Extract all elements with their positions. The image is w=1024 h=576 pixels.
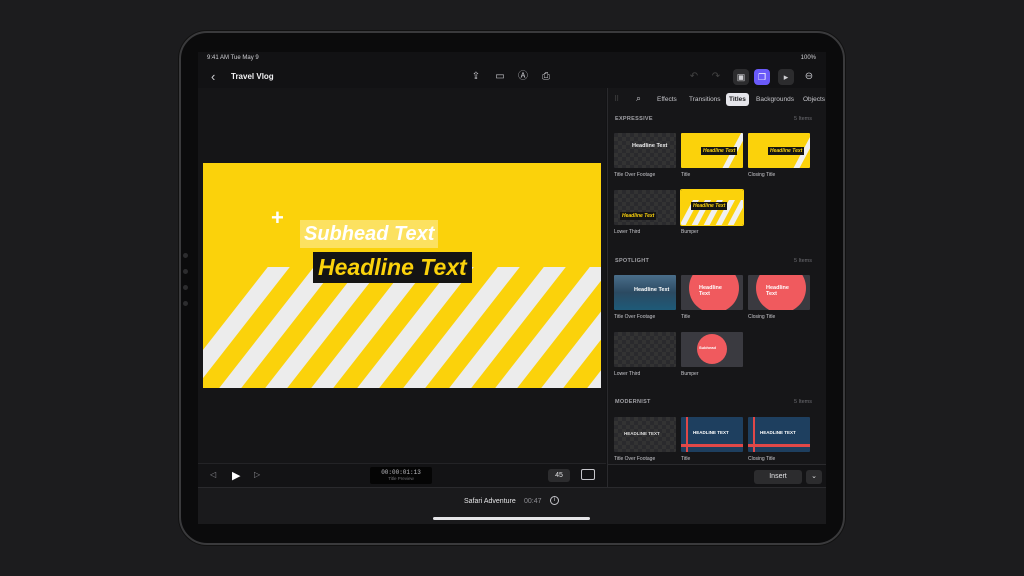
zoom-button[interactable]: 45 — [548, 469, 570, 482]
plus-icon: + — [271, 205, 284, 230]
browser-panel: ⠿ ⌕ Effects Transitions Titles Backgroun… — [607, 88, 826, 487]
thumbnail-caption: Closing Title — [748, 456, 776, 462]
thumbnail-caption: Title — [681, 172, 691, 178]
title-thumbnail[interactable]: HEADLINE TEXT — [681, 417, 743, 452]
title-thumbnail[interactable]: HEADLINE TEXT — [748, 417, 810, 452]
fullscreen-icon[interactable] — [581, 469, 595, 480]
tab-objects[interactable]: Objects — [800, 93, 826, 106]
thumbnail-caption: Title — [681, 314, 691, 320]
title-thumbnail[interactable]: Headline Text — [748, 275, 810, 310]
section-title: EXPRESSIVE — [615, 116, 653, 122]
home-indicator[interactable] — [433, 517, 590, 520]
section-title: SPOTLIGHT — [615, 258, 650, 264]
title-thumbnail[interactable]: Headline Text — [748, 133, 810, 168]
title-thumbnail[interactable]: Subhead — [681, 332, 743, 367]
video-viewer: + Subhead Text Headline Text — [198, 88, 606, 463]
title-thumbnail[interactable] — [614, 332, 676, 367]
project-name[interactable]: Safari Adventure — [464, 498, 516, 505]
tab-transitions[interactable]: Transitions — [686, 93, 724, 106]
search-icon[interactable]: ⌕ — [636, 93, 641, 104]
browser-icon[interactable]: ❐ — [754, 69, 770, 85]
camera-dots — [183, 253, 189, 317]
stripe-pattern — [203, 267, 601, 388]
section-count: 5 Items — [793, 116, 812, 122]
title-thumbnail[interactable]: HEADLINE TEXT — [614, 417, 676, 452]
export-icon[interactable]: ⎙ — [540, 71, 552, 83]
timecode-value: 00:00:01:13 — [381, 469, 421, 476]
more-icon[interactable]: ⊖ — [803, 71, 815, 83]
status-bar: 9:41 AM Tue May 9 100% — [198, 52, 826, 66]
section-title: MODERNIST — [615, 399, 651, 405]
top-bar: ‹ Travel Vlog ⇪ ▭ Ⓐ ⎙ ↶ ↷ ▣ ❐ ▸ ⊖ — [198, 66, 826, 88]
title-thumbnail[interactable]: Headline Text — [681, 133, 743, 168]
skip-forward-icon[interactable]: ▷ — [254, 470, 260, 479]
camera-icon[interactable]: ▭ — [494, 71, 506, 83]
timecode-label: Title Preview — [388, 476, 414, 481]
title-thumbnail[interactable]: Headline Text — [681, 275, 743, 310]
battery-level: 100% — [800, 55, 816, 61]
chevron-left-icon[interactable]: ‹ — [211, 70, 215, 83]
thumbnail-caption: Bumper — [681, 371, 699, 377]
title-thumbnail[interactable]: Headline Text — [614, 133, 676, 168]
thumbnail-caption: Bumper — [681, 229, 699, 235]
share-icon[interactable]: ⇪ — [470, 71, 482, 83]
voiceover-icon[interactable]: Ⓐ — [517, 71, 529, 83]
insert-bar: Insert ⌄ — [608, 464, 826, 487]
thumbnail-caption: Closing Title — [748, 172, 776, 178]
info-icon[interactable]: i — [550, 496, 559, 505]
insert-button[interactable]: Insert — [754, 470, 802, 484]
photo-icon[interactable]: ▣ — [733, 69, 749, 85]
project-duration: 00:47 — [524, 498, 542, 505]
thumbnail-caption: Title Over Footage — [614, 314, 656, 320]
section-count: 5 Items — [793, 258, 812, 264]
status-time: 9:41 AM Tue May 9 — [207, 55, 259, 61]
title-canvas: + Subhead Text Headline Text — [203, 163, 601, 388]
section-count: 5 Items — [793, 399, 812, 405]
headline-text[interactable]: Headline Text — [313, 252, 472, 283]
play-button[interactable]: ▶ — [232, 469, 240, 482]
skip-back-icon[interactable]: ◁ — [210, 470, 216, 479]
subhead-text[interactable]: Subhead Text — [300, 220, 439, 248]
play-icon[interactable]: ▸ — [778, 69, 794, 85]
thumbnail-caption: Lower Third — [614, 229, 641, 235]
thumbnail-caption: Title Over Footage — [614, 456, 656, 462]
project-title: Travel Vlog — [231, 72, 274, 81]
thumbnail-caption: Closing Title — [748, 314, 776, 320]
transport-bar: ◁ ▶ ▷ 00:00:01:13 Title Preview 45 — [198, 463, 606, 487]
chevron-down-icon[interactable]: ⌄ — [806, 470, 822, 484]
thumbnail-caption: Lower Third — [614, 371, 641, 377]
undo-icon[interactable]: ↶ — [688, 71, 700, 83]
title-thumbnail-selected[interactable]: Headline Text — [680, 189, 744, 226]
thumbnail-caption: Title Over Footage — [614, 172, 656, 178]
app-screen: 9:41 AM Tue May 9 100% ‹ Travel Vlog ⇪ ▭… — [198, 52, 826, 524]
tab-backgrounds[interactable]: Backgrounds — [753, 93, 797, 106]
timeline-bar: Safari Adventure 00:47 i — [198, 487, 826, 524]
tab-effects[interactable]: Effects — [654, 93, 680, 106]
tab-titles[interactable]: Titles — [726, 93, 749, 106]
browser-tabs: ⠿ ⌕ Effects Transitions Titles Backgroun… — [608, 88, 826, 110]
grip-icon[interactable]: ⠿ — [614, 95, 619, 103]
timecode-display: 00:00:01:13 Title Preview — [370, 467, 432, 484]
title-thumbnail[interactable]: Headline Text — [614, 275, 676, 310]
thumbnail-caption: Title — [681, 456, 691, 462]
redo-icon[interactable]: ↷ — [710, 71, 722, 83]
title-thumbnail[interactable]: Headline Text — [614, 190, 676, 225]
